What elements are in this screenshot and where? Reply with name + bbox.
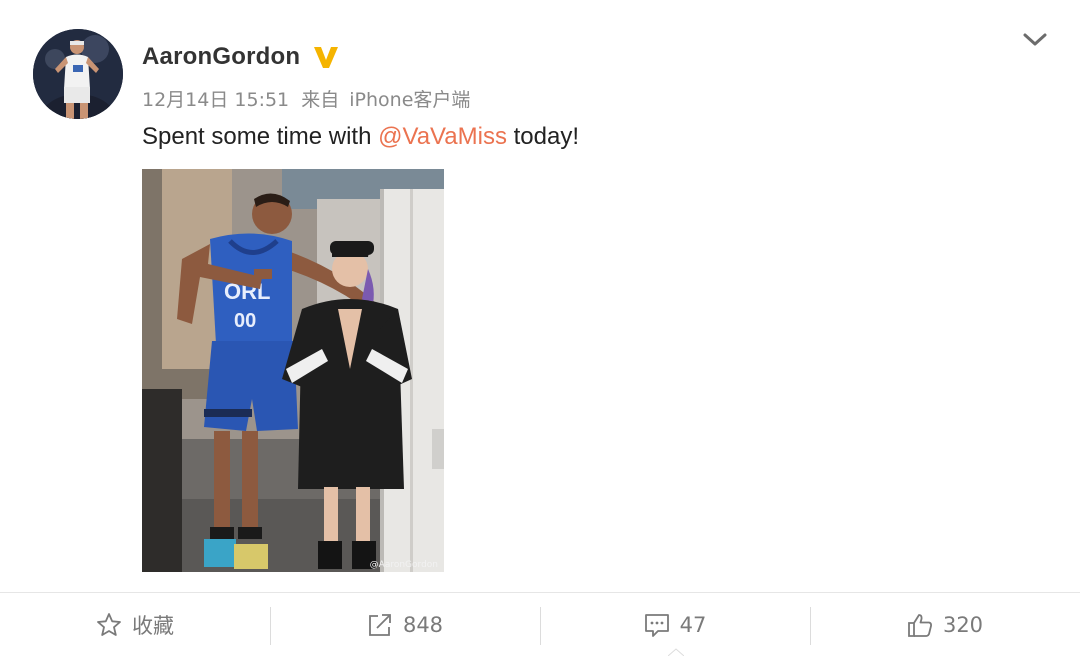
username-row: AaronGordon <box>142 40 340 74</box>
like-button[interactable]: 320 <box>810 605 1080 645</box>
post-meta: 12月14日 15:51 来自 iPhone客户端 <box>142 85 470 112</box>
repost-button[interactable]: 848 <box>270 605 540 645</box>
comment-caret-icon <box>668 648 684 656</box>
chevron-down-icon[interactable] <box>1020 27 1050 53</box>
post-text-start: Spent some time with <box>142 123 379 150</box>
favorite-button[interactable]: 收藏 <box>0 605 270 645</box>
comment-button[interactable]: 47 <box>540 605 810 645</box>
post-photo[interactable]: ORL 00 @AaronGordon <box>142 169 444 572</box>
comment-count: 47 <box>679 613 707 637</box>
mention-link[interactable]: @VaVaMiss <box>378 123 507 150</box>
star-icon <box>97 613 121 636</box>
post-text-end: today! <box>506 123 579 150</box>
photo-watermark: @AaronGordon <box>370 560 438 570</box>
thumbs-up-icon <box>908 614 932 637</box>
post-timestamp[interactable]: 12月14日 15:51 <box>142 89 289 111</box>
user-avatar[interactable] <box>33 29 123 119</box>
photo-image: ORL 00 @AaronGordon <box>142 169 444 572</box>
photo-jersey-number: 00 <box>234 310 256 332</box>
post-source: iPhone客户端 <box>349 89 471 111</box>
like-count: 320 <box>942 613 984 637</box>
avatar-image <box>33 29 123 119</box>
weibo-post: AaronGordon 12月14日 15:51 来自 iPhone客户端 Sp… <box>0 0 1080 590</box>
post-text: Spent some time with @VaVaMiss today! <box>142 123 579 151</box>
action-toolbar: 收藏 848 47 320 <box>0 592 1080 657</box>
favorite-label: 收藏 <box>132 614 174 638</box>
comment-icon <box>644 614 669 637</box>
repost-count: 848 <box>402 613 444 637</box>
verified-v-badge-icon <box>312 43 340 71</box>
source-prefix: 来自 <box>301 89 340 111</box>
username[interactable]: AaronGordon <box>142 43 300 71</box>
share-arrow-icon <box>369 614 391 636</box>
